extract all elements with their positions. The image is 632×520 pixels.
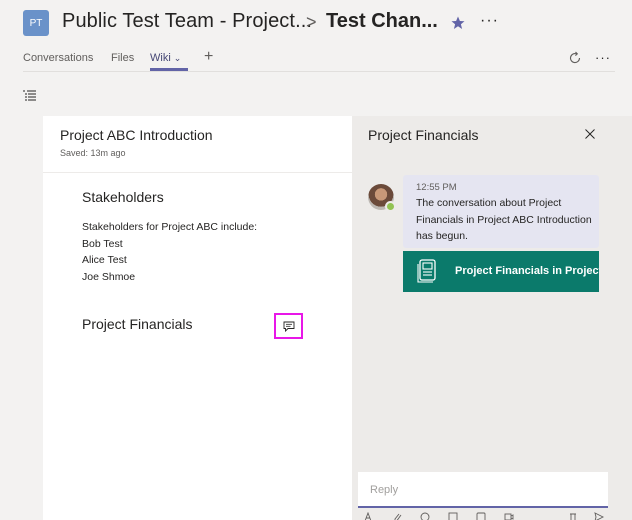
section-heading-stakeholders[interactable]: Stakeholders: [82, 189, 164, 205]
tab-more-options-button[interactable]: ···: [595, 50, 611, 65]
page-title[interactable]: Project ABC Introduction: [60, 127, 213, 143]
tab-files[interactable]: Files: [111, 52, 134, 64]
section-text[interactable]: Alice Test: [82, 252, 127, 269]
card-text: Project Financials in Project ABC Introd…: [455, 265, 599, 277]
team-avatar[interactable]: PT: [23, 10, 49, 36]
delete-icon[interactable]: [568, 512, 578, 520]
conversation-panel: Project Financials 12:55 PM The conversa…: [352, 116, 632, 520]
meet-now-icon[interactable]: [504, 512, 514, 520]
gif-icon[interactable]: [448, 512, 458, 520]
section-text[interactable]: Joe Shmoe: [82, 269, 135, 286]
add-tab-button[interactable]: +: [204, 48, 213, 66]
close-icon[interactable]: [584, 128, 596, 140]
section-text[interactable]: Bob Test: [82, 236, 123, 253]
reply-box[interactable]: [358, 472, 608, 508]
chat-bubble-icon: [283, 321, 294, 332]
wiki-page: Project ABC Introduction Saved: 13m ago …: [43, 116, 352, 520]
presence-available-icon: [385, 201, 396, 212]
send-icon[interactable]: [594, 512, 604, 520]
tab-wiki-label: Wiki: [150, 52, 171, 64]
channel-name[interactable]: Test Chan...: [326, 10, 438, 33]
breadcrumb-separator: >: [306, 12, 317, 32]
section-text[interactable]: Stakeholders for Project ABC include:: [82, 219, 257, 236]
conversation-title: Project Financials: [368, 127, 479, 143]
channel-header: PT Public Test Team - Project... > Test …: [0, 0, 632, 48]
message-text: The conversation about Project Financial…: [416, 197, 592, 242]
refresh-icon[interactable]: [568, 51, 582, 65]
wiki-page-icon: [417, 259, 436, 283]
chevron-down-icon[interactable]: ⌄: [174, 53, 182, 64]
table-of-contents-icon[interactable]: [23, 90, 37, 102]
conversation-card[interactable]: Project Financials in Project ABC Introd…: [403, 251, 599, 292]
saved-status: Saved: 13m ago: [60, 148, 126, 158]
team-name[interactable]: Public Test Team - Project...: [62, 10, 312, 33]
channel-more-options-button[interactable]: ···: [480, 12, 499, 30]
section-heading-project-financials[interactable]: Project Financials: [82, 316, 193, 332]
compose-toolbar: [358, 512, 608, 520]
reply-input[interactable]: [370, 482, 590, 498]
sticker-icon[interactable]: [476, 512, 486, 520]
channel-tabs: Conversations Files Wiki ⌄ +: [23, 48, 615, 72]
section-conversation-button[interactable]: [274, 313, 303, 339]
message-timestamp: 12:55 PM: [416, 182, 457, 193]
format-icon[interactable]: [364, 512, 374, 520]
message-bubble[interactable]: 12:55 PM The conversation about Project …: [403, 175, 599, 248]
attach-icon[interactable]: [392, 512, 402, 520]
tab-conversations[interactable]: Conversations: [23, 52, 93, 64]
favorite-star-icon[interactable]: [451, 16, 465, 30]
divider: [43, 172, 352, 173]
tab-wiki[interactable]: Wiki ⌄: [150, 52, 181, 64]
emoji-icon[interactable]: [420, 512, 430, 520]
avatar[interactable]: [368, 184, 396, 212]
active-tab-indicator: [150, 68, 188, 71]
